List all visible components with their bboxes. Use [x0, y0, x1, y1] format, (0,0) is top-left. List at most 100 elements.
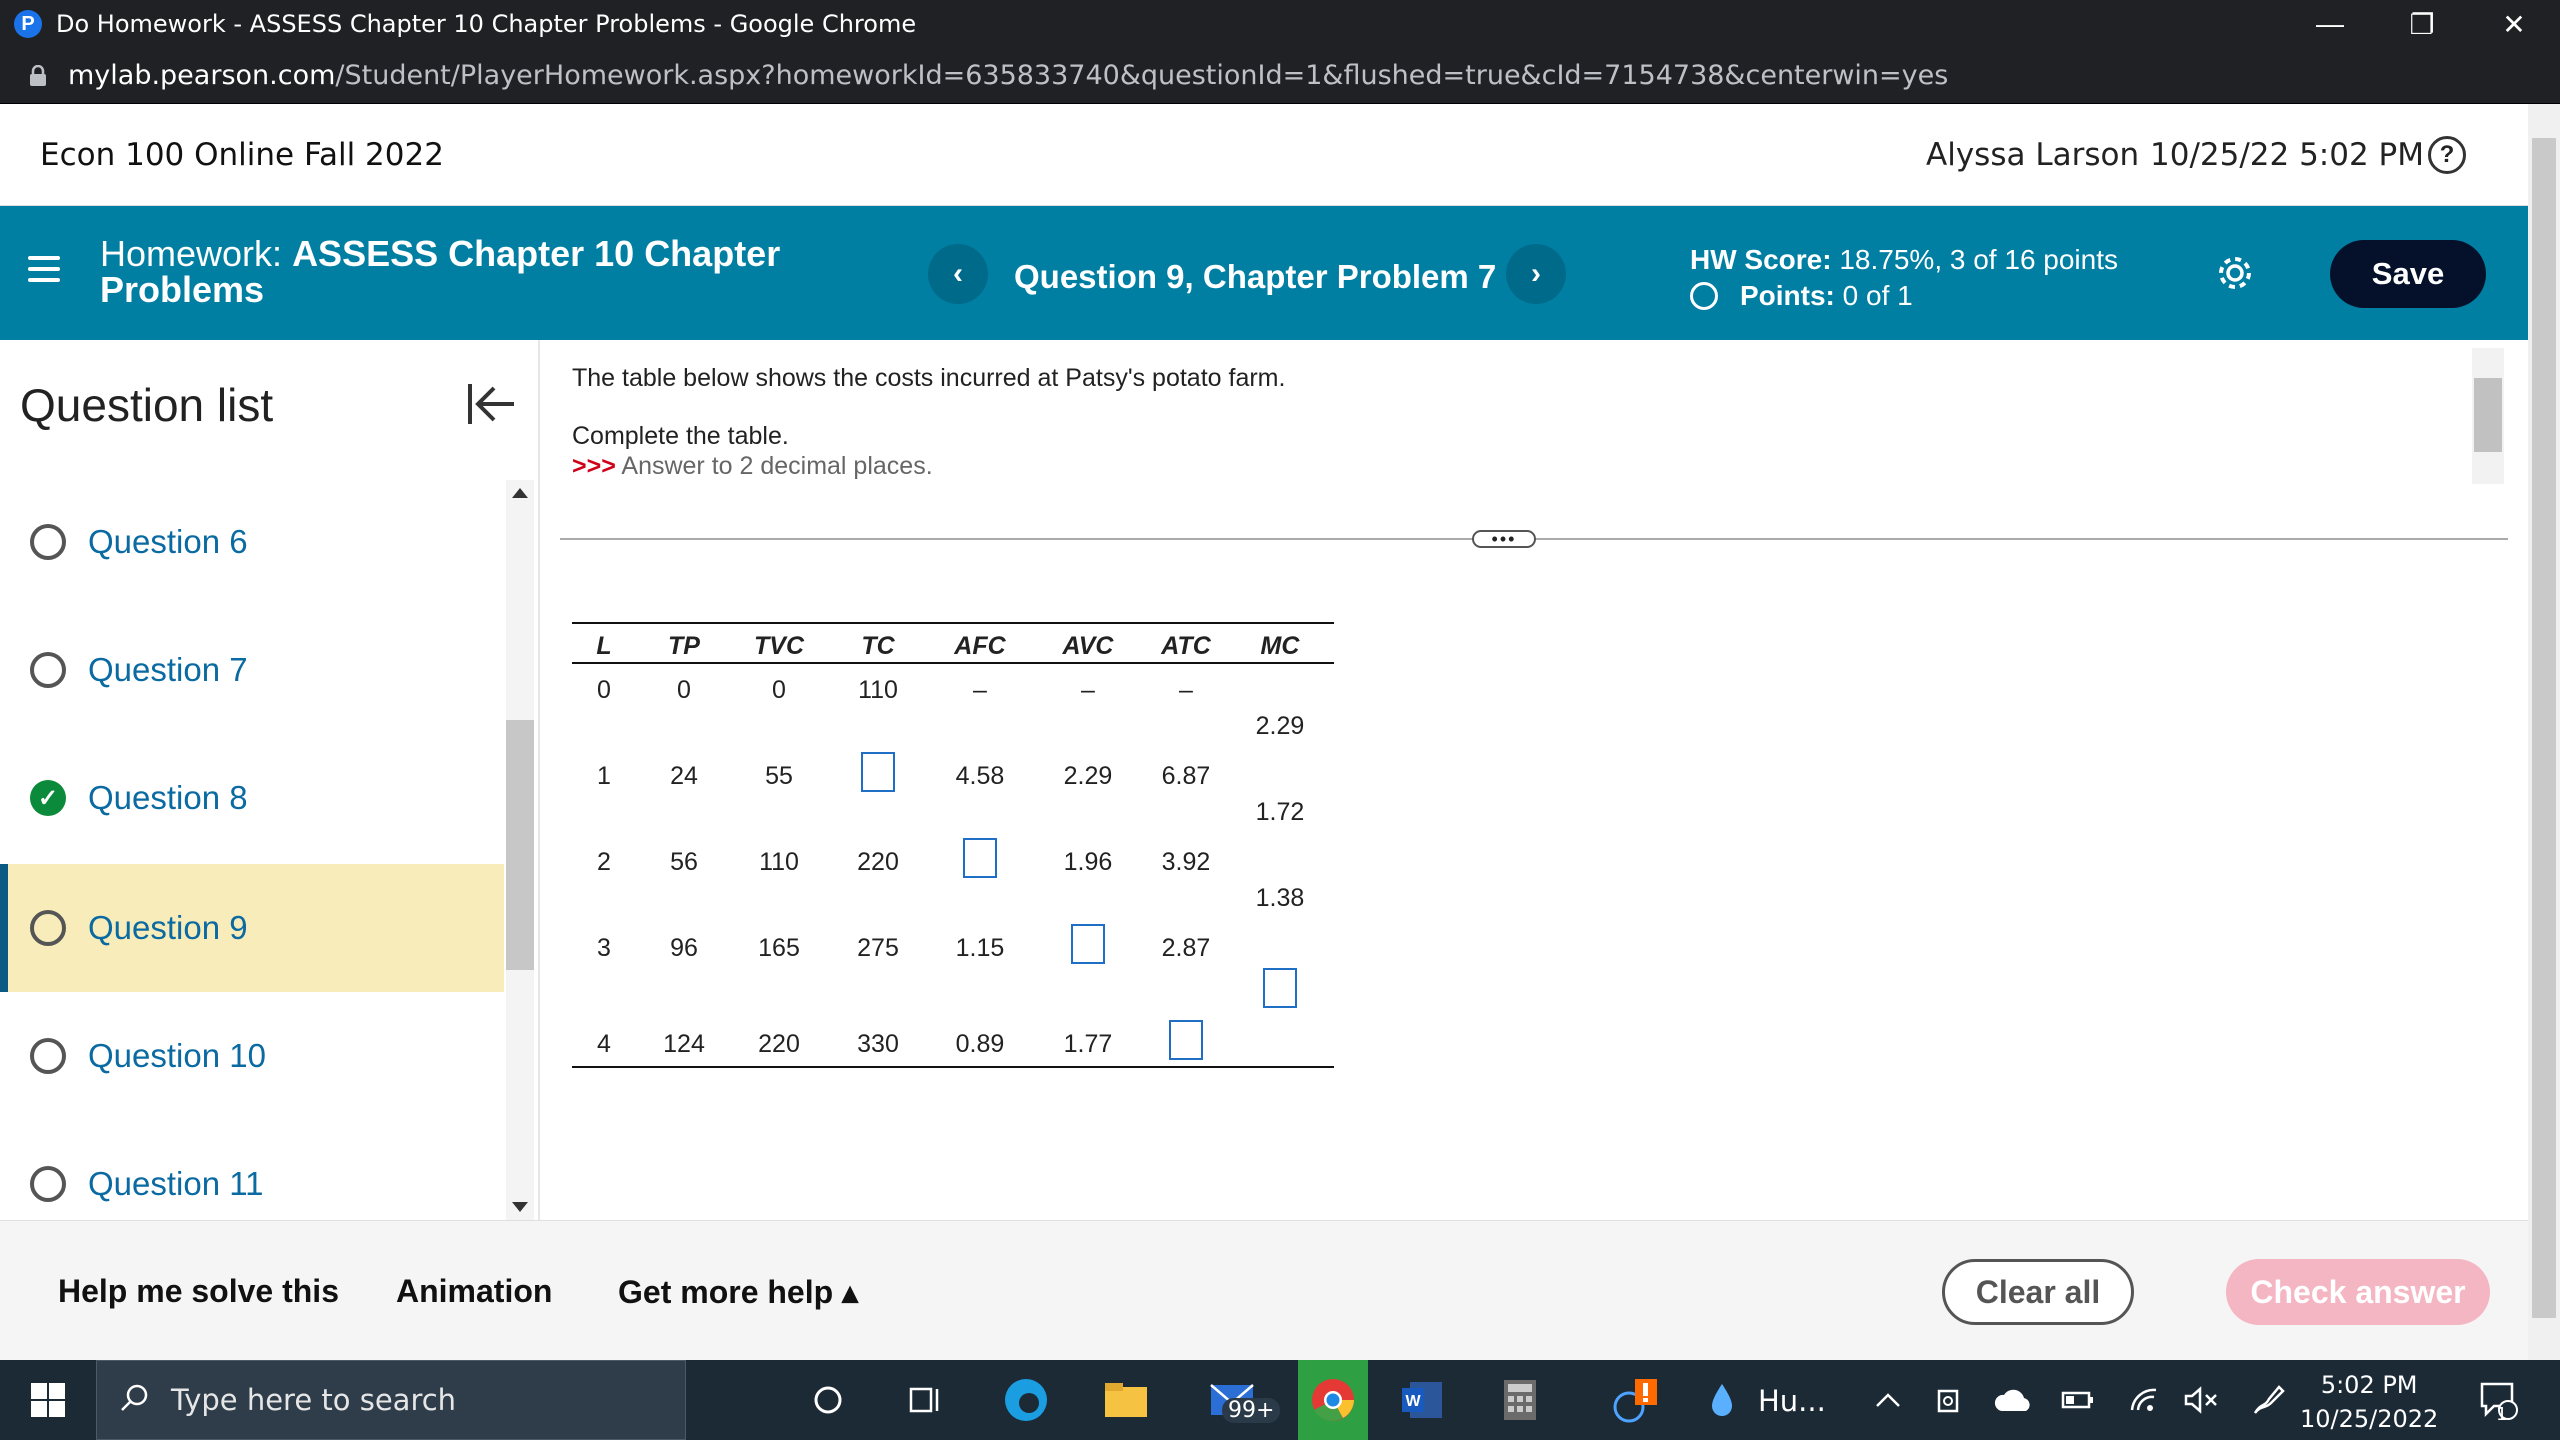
header-l: L — [596, 632, 612, 660]
weather-text: Hu... — [1758, 1384, 1826, 1418]
close-button[interactable]: ✕ — [2468, 0, 2560, 48]
next-question-button[interactable]: › — [1506, 244, 1566, 304]
restore-button[interactable]: ❐ — [2376, 0, 2468, 48]
edge-browser-icon[interactable] — [998, 1372, 1054, 1428]
question-link: Question 9 — [88, 909, 248, 946]
question-list-item-10[interactable]: Question 10 — [0, 992, 504, 1120]
header-avc: AVC — [1062, 632, 1114, 660]
wifi-icon[interactable] — [2116, 1372, 2172, 1428]
question-link: Question 6 — [88, 523, 248, 560]
question-list-item-8[interactable]: ✓ Question 8 — [0, 734, 504, 862]
table-cell: 165 — [758, 934, 800, 962]
scrollbar-thumb[interactable] — [2474, 378, 2502, 452]
homework-title: Homework: ASSESS Chapter 10 Chapter Prob… — [100, 236, 820, 308]
camera-app-icon[interactable] — [1920, 1372, 1976, 1428]
taskbar-search-box[interactable]: Type here to search — [96, 1360, 686, 1440]
collapse-panel-icon[interactable] — [466, 382, 516, 426]
user-name: Alyssa Larson — [1926, 136, 2140, 173]
url-text[interactable]: mylab.pearson.com/Student/PlayerHomework… — [68, 60, 1948, 91]
table-cell: 0 — [772, 676, 786, 704]
svg-text:W: W — [1405, 1393, 1421, 1410]
browser-title-bar: P Do Homework - ASSESS Chapter 10 Chapte… — [0, 0, 2560, 48]
unanswered-circle-icon — [30, 524, 66, 560]
chrome-icon[interactable] — [1298, 1360, 1368, 1440]
table-cell: 1 — [597, 762, 611, 790]
onedrive-cloud-icon[interactable] — [1986, 1372, 2042, 1428]
atc-answer-input[interactable] — [1169, 1020, 1203, 1060]
instructions-scrollbar[interactable] — [2472, 348, 2504, 484]
pen-workspace-icon[interactable] — [2240, 1372, 2296, 1428]
notification-count: 1 — [2496, 1404, 2508, 1425]
question-instruction: Complete the table. — [572, 422, 789, 450]
cortana-icon[interactable] — [800, 1372, 856, 1428]
question-intro: The table below shows the costs incurred… — [572, 364, 1286, 392]
afc-answer-input[interactable] — [963, 838, 997, 878]
task-view-icon[interactable] — [898, 1372, 954, 1428]
question-panel: The table below shows the costs incurred… — [542, 340, 2528, 1220]
pearson-logo-icon: P — [14, 10, 42, 38]
table-cell: 1.77 — [1063, 1030, 1113, 1058]
minimize-button[interactable]: — — [2284, 0, 2376, 48]
table-cell: 220 — [857, 848, 899, 876]
search-placeholder: Type here to search — [171, 1383, 457, 1417]
page-scrollbar[interactable] — [2528, 104, 2560, 1360]
gear-icon[interactable] — [2214, 252, 2256, 294]
table-cell: 275 — [857, 934, 899, 962]
header-tvc: TVC — [754, 632, 804, 660]
help-me-solve-button[interactable]: Help me solve this — [58, 1273, 339, 1310]
avc-answer-input[interactable] — [1071, 924, 1105, 964]
tc-answer-input[interactable] — [861, 752, 895, 792]
homework-bar: Homework: ASSESS Chapter 10 Chapter Prob… — [0, 206, 2528, 340]
scrollbar-thumb[interactable] — [2532, 138, 2556, 1318]
url-host: mylab.pearson.com — [68, 60, 336, 91]
calculator-icon[interactable] — [1492, 1372, 1548, 1428]
window-controls: — ❐ ✕ — [2284, 0, 2560, 48]
question-list-item-9[interactable]: Question 9 — [0, 864, 504, 992]
table-cell: 0 — [677, 676, 691, 704]
windows-start-icon[interactable] — [0, 1360, 96, 1440]
question-link: Question 8 — [88, 779, 248, 816]
help-icon[interactable]: ? — [2428, 135, 2466, 174]
chevron-up-icon[interactable] — [1860, 1372, 1916, 1428]
question-list-scrollbar[interactable] — [506, 480, 534, 1220]
address-bar[interactable]: mylab.pearson.com/Student/PlayerHomework… — [0, 48, 2560, 104]
checkmark-icon: ✓ — [30, 780, 66, 816]
animation-button[interactable]: Animation — [396, 1273, 552, 1310]
word-icon[interactable]: W — [1394, 1372, 1450, 1428]
divider-handle[interactable]: ••• — [1472, 530, 1536, 548]
windows-taskbar: Type here to search 99+ W Hu... 5:02 PM … — [0, 1360, 2560, 1440]
save-button[interactable]: Save — [2330, 240, 2486, 308]
mail-badge: 99+ — [1222, 1398, 1281, 1423]
speaker-muted-icon[interactable] — [2174, 1372, 2230, 1428]
menu-icon[interactable] — [28, 256, 60, 289]
mc-cell: 1.72 — [1255, 798, 1305, 826]
question-list-item-6[interactable]: Question 6 — [0, 478, 504, 606]
mc-answer-input[interactable] — [1263, 968, 1297, 1008]
previous-question-button[interactable]: ‹ — [928, 244, 988, 304]
question-list-title: Question list — [20, 379, 274, 431]
table-cell: 2 — [597, 848, 611, 876]
get-more-help-button[interactable]: Get more help ▴ — [618, 1273, 858, 1311]
scrollbar-thumb[interactable] — [506, 720, 534, 970]
check-answer-button[interactable]: Check answer — [2226, 1259, 2490, 1325]
scroll-up-icon[interactable] — [512, 488, 528, 498]
mc-cell: 1.38 — [1255, 884, 1305, 912]
feedback-alert-icon[interactable] — [1608, 1372, 1664, 1428]
table-cell: 3 — [597, 934, 611, 962]
table-cell: 0 — [597, 676, 611, 704]
header-afc: AFC — [954, 632, 1006, 660]
scroll-down-icon[interactable] — [512, 1202, 528, 1212]
clear-all-button[interactable]: Clear all — [1942, 1259, 2134, 1325]
file-explorer-icon[interactable] — [1098, 1372, 1154, 1428]
unanswered-circle-icon — [30, 1038, 66, 1074]
hw-score-value: 18.75%, 3 of 16 points — [1839, 244, 2119, 275]
hw-score: HW Score: 18.75%, 3 of 16 points Points:… — [1690, 242, 2118, 314]
homework-label: Homework: — [100, 233, 283, 274]
question-list-item-7[interactable]: Question 7 — [0, 606, 504, 734]
table-cell: 1.96 — [1063, 848, 1113, 876]
table-bottom-rule — [572, 1066, 1334, 1068]
battery-icon[interactable] — [2050, 1372, 2106, 1428]
hw-score-label: HW Score: — [1690, 244, 1832, 275]
url-path: /Student/PlayerHomework.aspx?homeworkId=… — [335, 60, 1949, 91]
system-clock[interactable]: 5:02 PM 10/25/2022 — [2300, 1368, 2438, 1436]
